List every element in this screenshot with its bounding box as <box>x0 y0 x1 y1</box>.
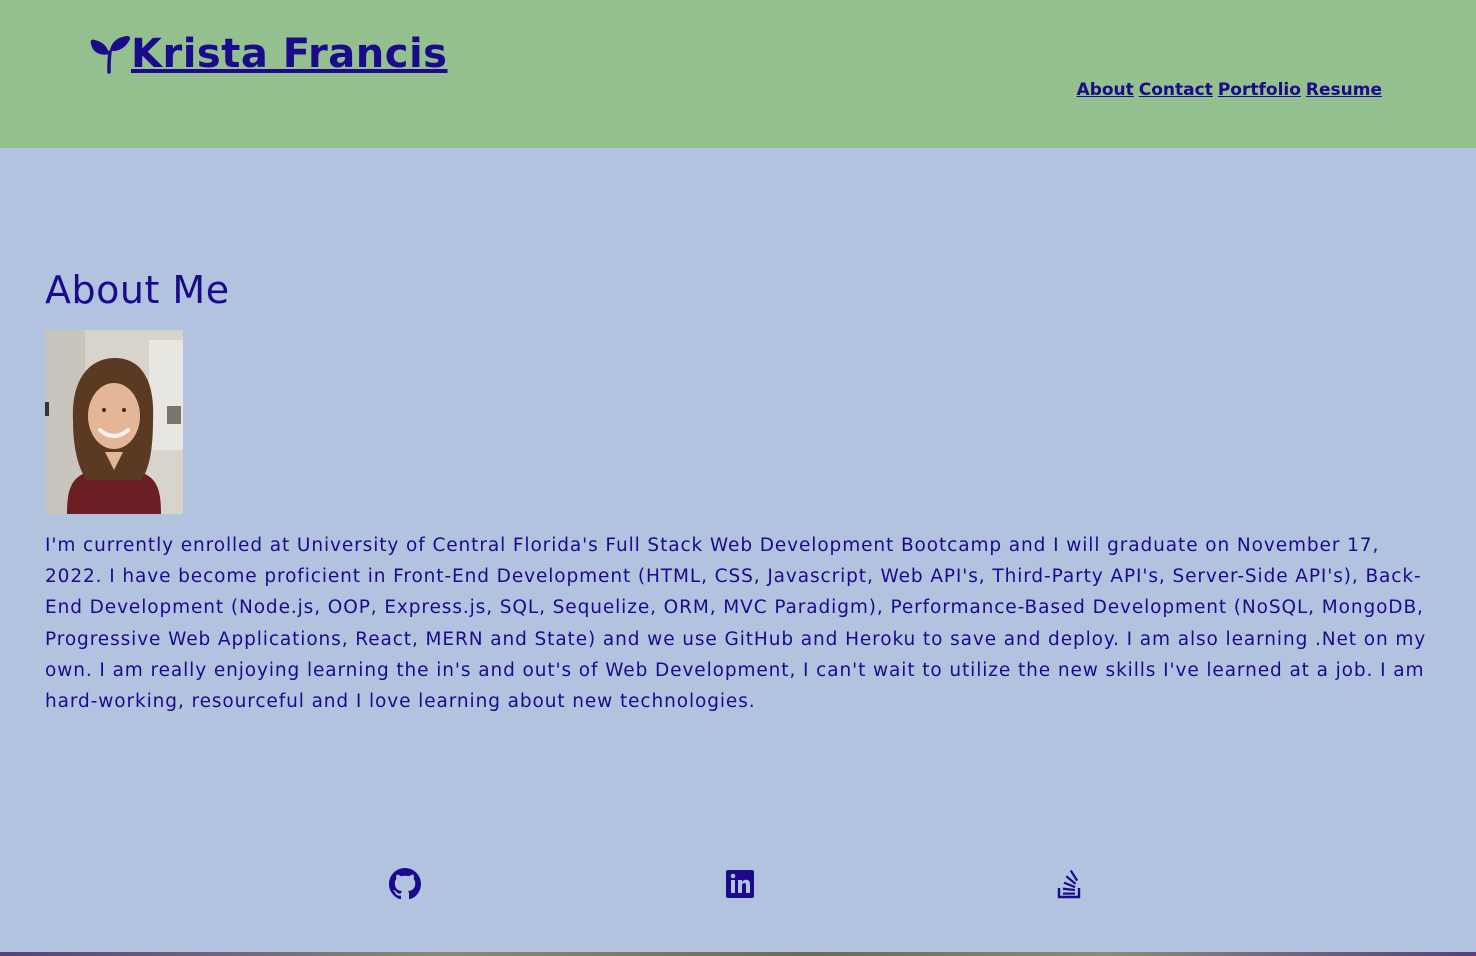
github-link[interactable] <box>389 868 421 900</box>
nav-resume[interactable]: Resume <box>1306 80 1382 100</box>
site-header: Krista Francis About Contact Portfolio R… <box>0 0 1476 148</box>
nav-about[interactable]: About <box>1077 80 1134 100</box>
profile-photo <box>45 330 183 514</box>
brand-link[interactable]: Krista Francis <box>89 30 447 78</box>
github-icon <box>389 868 421 900</box>
about-bio: I'm currently enrolled at University of … <box>45 535 1427 713</box>
about-heading: About Me <box>45 268 230 312</box>
bottom-image-strip <box>0 952 1476 956</box>
stack-overflow-link[interactable] <box>1054 868 1086 900</box>
stack-overflow-icon <box>1054 868 1086 900</box>
nav-portfolio[interactable]: Portfolio <box>1218 80 1301 100</box>
linkedin-link[interactable] <box>724 868 756 900</box>
brand-name[interactable]: Krista Francis <box>131 30 447 78</box>
seedling-icon <box>89 34 131 74</box>
main-nav: About Contact Portfolio Resume <box>1077 80 1382 100</box>
linkedin-icon <box>724 868 756 900</box>
nav-contact[interactable]: Contact <box>1139 80 1213 100</box>
